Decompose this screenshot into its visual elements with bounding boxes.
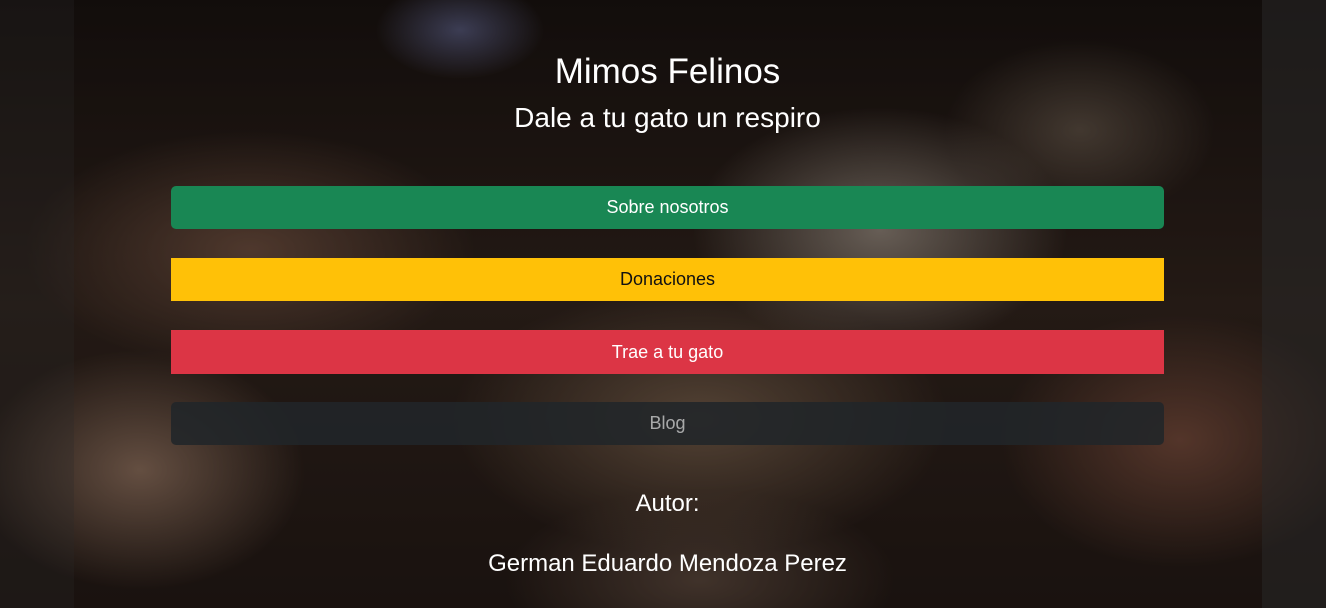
main-container: Mimos Felinos Dale a tu gato un respiro … xyxy=(171,0,1164,608)
left-gutter xyxy=(0,0,74,608)
page-title: Mimos Felinos xyxy=(554,52,781,91)
blog-button[interactable]: Blog xyxy=(171,402,1164,445)
page-subtitle: Dale a tu gato un respiro xyxy=(514,102,821,133)
bring-your-cat-button[interactable]: Trae a tu gato xyxy=(171,330,1164,374)
right-gutter xyxy=(1262,0,1326,608)
about-us-button[interactable]: Sobre nosotros xyxy=(171,186,1164,229)
author-name: German Eduardo Mendoza Perez xyxy=(488,550,847,577)
donations-button[interactable]: Donaciones xyxy=(171,258,1164,301)
author-label: Autor: xyxy=(635,490,700,517)
